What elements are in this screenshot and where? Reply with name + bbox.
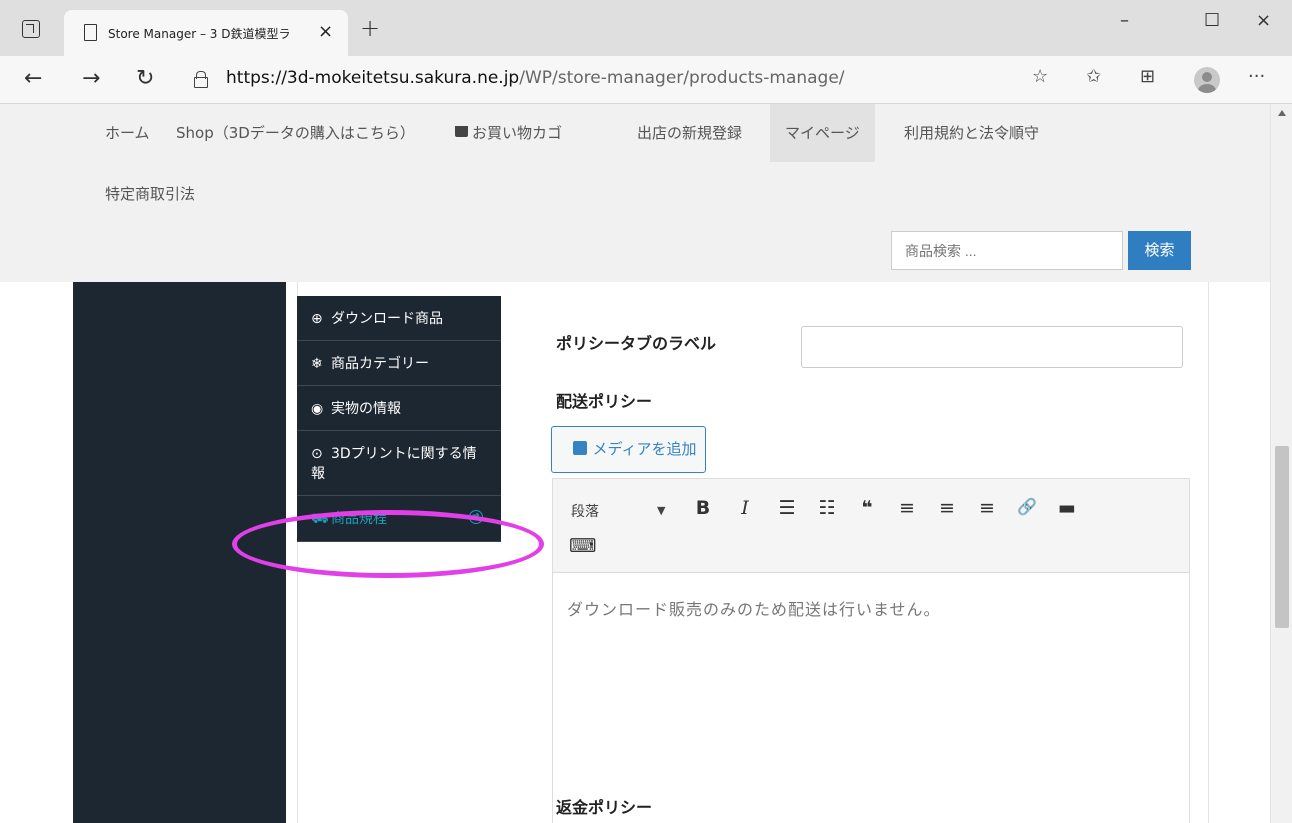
tab-close-icon[interactable]: × <box>318 21 333 42</box>
read-more-icon[interactable]: ▬ <box>1055 497 1079 519</box>
nav-label: 実物の情報 <box>331 401 401 417</box>
chevron-down-icon[interactable]: ▼ <box>657 504 665 517</box>
policy-icon: ⛟ <box>311 511 329 527</box>
nav-product-policy[interactable]: ⛟ 商品規程 ➔ <box>297 496 501 542</box>
shipping-policy-editor: 段落 ▼ B I ☰ ☷ ❝ ≡ ≡ ≡ 🔗 ▬ ⌨ ダウンロード販売のみのため… <box>552 478 1190 823</box>
site-header: ホーム Shop（3Dデータの購入はこちら） お買い物カゴ 出店の新規登録 マイ… <box>0 104 1270 282</box>
browser-tab[interactable]: Store Manager – 3 D鉄道模型ラ × <box>64 10 348 56</box>
favorites-icon[interactable]: ✩ <box>1086 66 1101 87</box>
url-field[interactable]: https://3d-mokeitetsu.sakura.ne.jp/WP/st… <box>178 62 1100 98</box>
url-host: https://3d-mokeitetsu.sakura.ne.jp <box>226 68 520 88</box>
keyboard-icon[interactable]: ⌨ <box>569 535 596 557</box>
menu-shop[interactable]: Shop（3Dデータの購入はこちら） <box>176 104 415 162</box>
product-search-input[interactable] <box>891 231 1123 270</box>
page-scrollbar[interactable] <box>1270 104 1292 823</box>
refund-policy-label: 返金ポリシー <box>556 798 653 817</box>
cart-icon <box>455 126 468 137</box>
download-icon: ⊕ <box>311 311 323 327</box>
scroll-up-icon[interactable] <box>1278 110 1286 116</box>
italic-button[interactable]: I <box>733 497 757 519</box>
tab-actions-icon[interactable] <box>22 20 40 38</box>
back-button[interactable]: ← <box>24 66 42 91</box>
nav-label: 3Dプリントに関する情報 <box>311 446 477 482</box>
blockquote-icon[interactable]: ❝ <box>855 497 879 519</box>
menu-cart[interactable]: お買い物カゴ <box>455 104 562 162</box>
numbered-list-icon[interactable]: ☷ <box>815 497 839 519</box>
menu-mypage[interactable]: マイページ <box>770 104 875 162</box>
link-icon[interactable]: 🔗 <box>1015 497 1039 516</box>
snowflake-icon: ❄ <box>311 356 323 372</box>
product-tabs-nav: ⊕ ダウンロード商品 ❄ 商品カテゴリー ◉ 実物の情報 ⊙ 3Dプリントに関する情報 … <box>297 296 501 542</box>
lock-icon[interactable] <box>194 71 208 88</box>
editor-content-area[interactable]: ダウンロード販売のみのため配送は行いません。 <box>553 574 1189 823</box>
menu-commerce-law[interactable]: 特定商取引法 <box>105 165 195 223</box>
align-center-icon[interactable]: ≡ <box>935 497 959 519</box>
add-media-label: メディアを追加 <box>592 441 697 458</box>
target-icon: ◉ <box>311 401 324 417</box>
new-tab-button[interactable]: + <box>360 14 380 42</box>
nav-real-info[interactable]: ◉ 実物の情報 <box>297 386 501 431</box>
nav-3dprint-info[interactable]: ⊙ 3Dプリントに関する情報 <box>297 431 501 496</box>
shipping-policy-text: ダウンロード販売のみのため配送は行いません。 <box>567 600 941 619</box>
minimize-button[interactable]: – <box>1120 10 1129 31</box>
dashboard-sidebar <box>73 282 286 823</box>
menu-home[interactable]: ホーム <box>105 104 150 162</box>
search-button[interactable]: 検索 <box>1128 231 1191 270</box>
tab-title: Store Manager – 3 D鉄道模型ラ <box>108 27 291 41</box>
scroll-thumb[interactable] <box>1275 446 1289 628</box>
more-icon[interactable]: ··· <box>1248 66 1265 87</box>
policy-tab-input[interactable] <box>801 326 1183 368</box>
menu-cart-label: お買い物カゴ <box>472 124 563 142</box>
nav-label: 商品規程 <box>331 511 387 527</box>
arrow-circle-icon: ➔ <box>469 510 483 524</box>
url-path: /WP/store-manager/products-manage/ <box>519 68 845 88</box>
add-media-button[interactable]: メディアを追加 <box>551 426 706 473</box>
bold-button[interactable]: B <box>691 497 715 519</box>
policy-tab-label: ポリシータブのラベル <box>556 334 717 353</box>
align-right-icon[interactable]: ≡ <box>975 497 999 519</box>
maximize-button[interactable]: ☐ <box>1204 10 1220 31</box>
media-icon <box>572 441 587 456</box>
collections-icon[interactable]: ⊞ <box>1140 66 1155 87</box>
circle-dot-icon: ⊙ <box>311 446 323 462</box>
browser-address-bar: ← → ↻ https://3d-mokeitetsu.sakura.ne.jp… <box>0 56 1292 104</box>
nav-label: ダウンロード商品 <box>331 311 443 327</box>
close-window-button[interactable]: × <box>1256 10 1271 31</box>
format-select[interactable]: 段落 <box>571 501 599 521</box>
profile-icon[interactable] <box>1194 67 1220 93</box>
nav-label: 商品カテゴリー <box>331 356 429 372</box>
menu-new-store[interactable]: 出店の新規登録 <box>637 104 742 162</box>
forward-button[interactable]: → <box>82 66 100 91</box>
align-left-icon[interactable]: ≡ <box>895 497 919 519</box>
page-viewport: ホーム Shop（3Dデータの購入はこちら） お買い物カゴ 出店の新規登録 マイ… <box>0 104 1270 823</box>
editor-toolbar: 段落 ▼ B I ☰ ☷ ❝ ≡ ≡ ≡ 🔗 ▬ ⌨ <box>553 479 1189 573</box>
shipping-policy-label: 配送ポリシー <box>556 392 653 411</box>
favorite-add-icon[interactable]: ☆ <box>1032 66 1048 87</box>
refresh-button[interactable]: ↻ <box>136 66 154 91</box>
bullet-list-icon[interactable]: ☰ <box>775 497 799 519</box>
browser-tab-bar: Store Manager – 3 D鉄道模型ラ × + – ☐ × <box>0 0 1292 56</box>
menu-terms[interactable]: 利用規約と法令順守 <box>904 104 1039 162</box>
page-icon <box>84 24 97 41</box>
nav-download-product[interactable]: ⊕ ダウンロード商品 <box>297 296 501 341</box>
nav-product-category[interactable]: ❄ 商品カテゴリー <box>297 341 501 386</box>
